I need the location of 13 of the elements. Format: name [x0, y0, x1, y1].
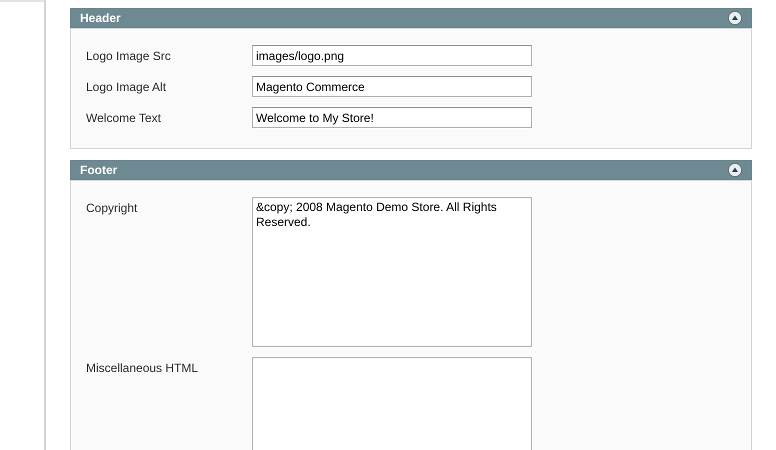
section-title: Footer: [80, 162, 118, 179]
text-field[interactable]: Welcome to My Store!: [252, 107, 532, 128]
field-label: Logo Image Src: [86, 48, 172, 65]
field-label: Welcome Text: [86, 110, 162, 127]
text-field[interactable]: images/logo.png: [252, 45, 532, 66]
collapse-icon[interactable]: [728, 163, 742, 177]
field-label: Miscellaneous HTML: [86, 360, 200, 377]
text-field[interactable]: Magento Commerce: [252, 76, 532, 97]
field-label: Logo Image Alt: [86, 79, 168, 96]
section-title: Header: [80, 10, 121, 27]
collapse-icon[interactable]: [728, 11, 742, 25]
text-area[interactable]: &copy; 2008 Magento Demo Store. All Rights Reserved.: [252, 197, 532, 347]
field-label: Copyright: [86, 200, 138, 217]
